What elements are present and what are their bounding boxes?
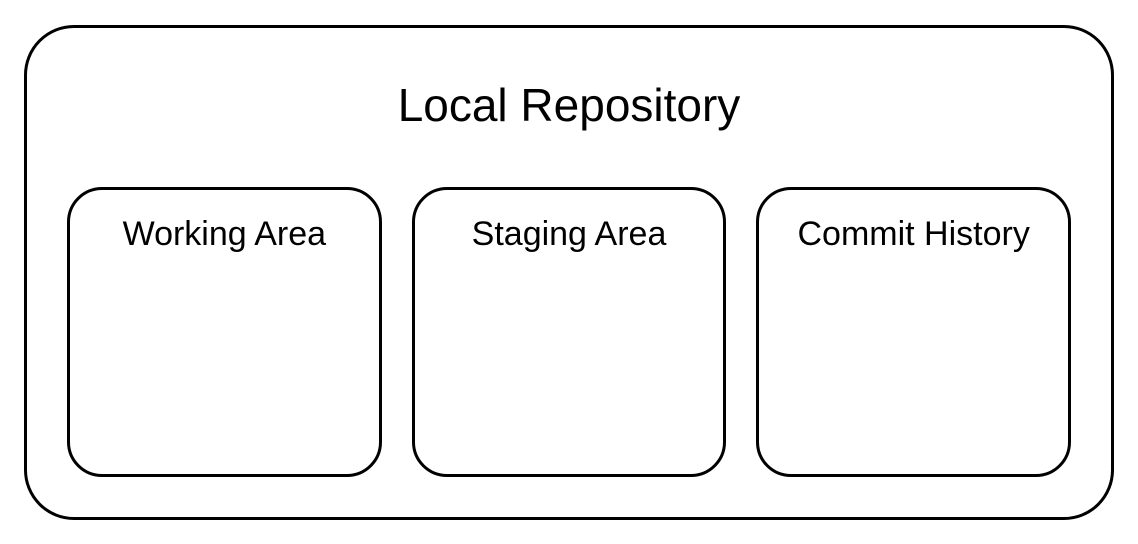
staging-area-label: Staging Area bbox=[435, 215, 704, 254]
commit-history-box: Commit History bbox=[756, 187, 1071, 477]
working-area-label: Working Area bbox=[90, 215, 359, 254]
repository-title: Local Repository bbox=[398, 78, 741, 132]
commit-history-label: Commit History bbox=[779, 215, 1048, 254]
sections-row: Working Area Staging Area Commit History bbox=[67, 187, 1071, 477]
staging-area-box: Staging Area bbox=[412, 187, 727, 477]
local-repository-container: Local Repository Working Area Staging Ar… bbox=[24, 25, 1114, 520]
working-area-box: Working Area bbox=[67, 187, 382, 477]
